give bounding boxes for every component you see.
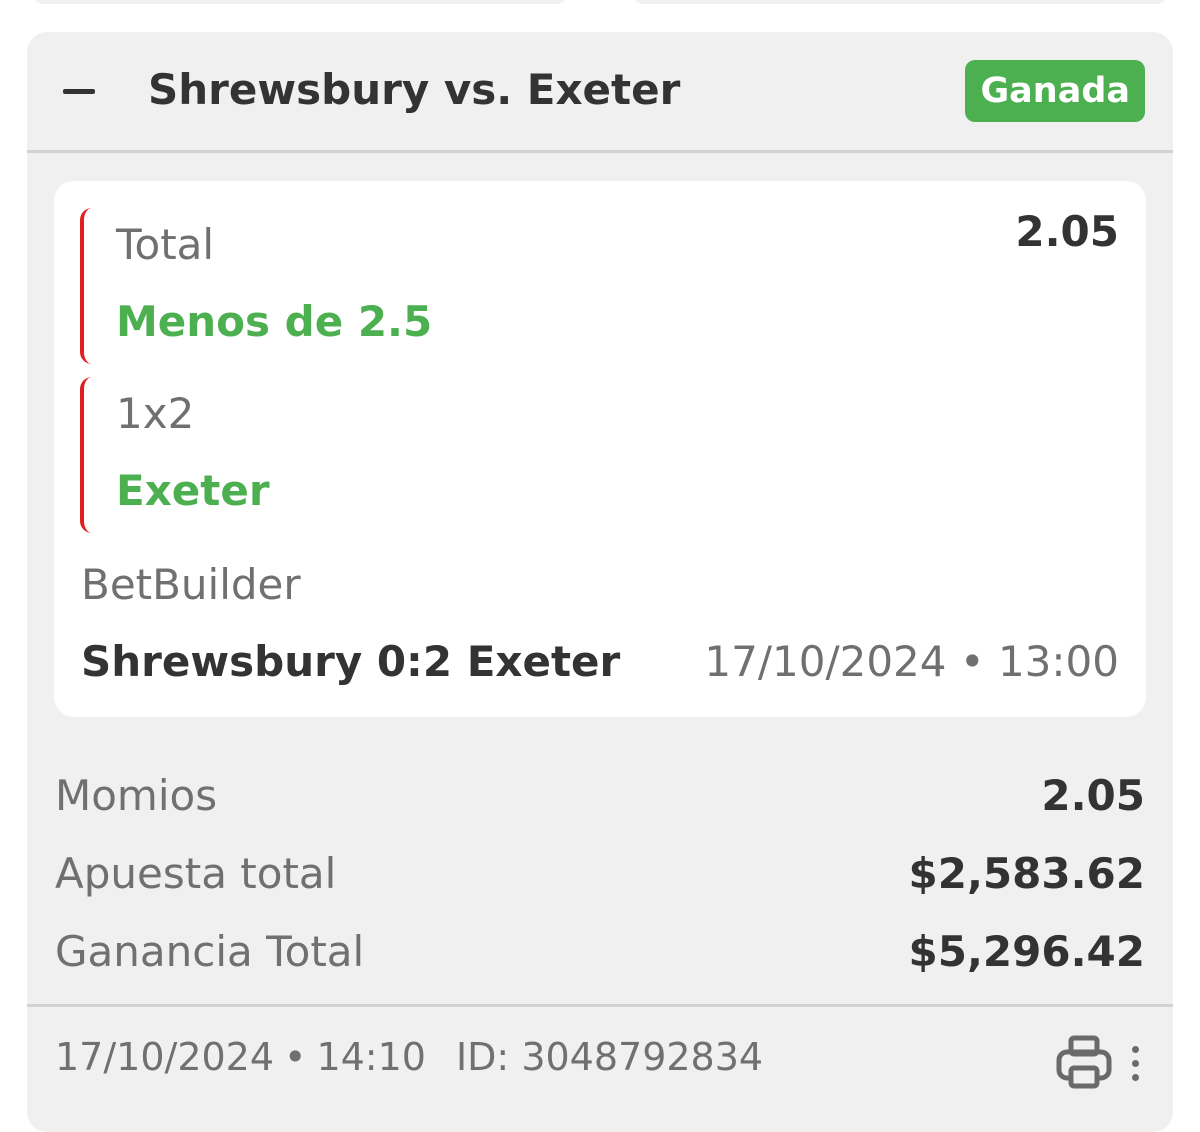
more-vertical-icon[interactable]: [1121, 1040, 1151, 1088]
odds-label: Momios: [55, 771, 218, 820]
event-datetime: 17/10/2024 • 13:00: [704, 637, 1119, 686]
placed-date: 17/10/2024: [55, 1035, 275, 1079]
selection-market: Total: [116, 220, 215, 269]
summary-row-odds: Momios 2.05: [55, 771, 1145, 821]
selection-accent-line: [80, 377, 92, 533]
odds-value: 2.05: [1041, 771, 1145, 820]
selection-market: 1x2: [116, 389, 195, 438]
bet-type-label: BetBuilder: [81, 560, 301, 609]
bet-ticket-card: Shrewsbury vs. Exeter Ganada Total Menos…: [27, 32, 1173, 1132]
winnings-value: $5,296.42: [908, 927, 1145, 976]
event-result: Shrewsbury 0:2 Exeter: [81, 637, 621, 686]
more-dot: [1132, 1060, 1139, 1067]
previous-card-edge-right: [632, 0, 1168, 4]
match-title: Shrewsbury vs. Exeter: [148, 65, 681, 114]
header-divider: [27, 150, 1173, 153]
summary-row-winnings: Ganancia Total $5,296.42: [55, 927, 1145, 977]
previous-card-edge-left: [32, 0, 568, 4]
bet-id: ID: 3048792834: [455, 1035, 764, 1079]
selection-pick: Exeter: [116, 466, 270, 515]
more-dot: [1132, 1046, 1139, 1053]
summary-row-stake: Apuesta total $2,583.62: [55, 849, 1145, 899]
status-badge: Ganada: [965, 60, 1145, 122]
selection-item: 1x2 Exeter: [80, 377, 980, 533]
ticket-footer-info: 17/10/2024 • 14:10 ID: 3048792834: [55, 1034, 763, 1080]
stake-value: $2,583.62: [908, 849, 1145, 898]
printer-icon[interactable]: [1054, 1032, 1114, 1092]
selection-item: Total Menos de 2.5: [80, 208, 980, 364]
minus-icon-bar: [63, 89, 95, 94]
stake-label: Apuesta total: [55, 849, 337, 898]
footer-separator: •: [284, 1035, 307, 1079]
selections-panel: Total Menos de 2.5 2.05 1x2 Exeter BetBu…: [54, 181, 1146, 717]
winnings-label: Ganancia Total: [55, 927, 365, 976]
selection-accent-line: [80, 208, 92, 364]
ticket-header: Shrewsbury vs. Exeter Ganada: [27, 32, 1173, 150]
footer-divider: [27, 1004, 1173, 1007]
minus-icon[interactable]: [57, 76, 101, 106]
more-dot: [1132, 1074, 1139, 1081]
selection-pick: Menos de 2.5: [116, 297, 433, 346]
placed-time: 14:10: [316, 1035, 426, 1079]
selection-odds: 2.05: [1015, 207, 1119, 256]
